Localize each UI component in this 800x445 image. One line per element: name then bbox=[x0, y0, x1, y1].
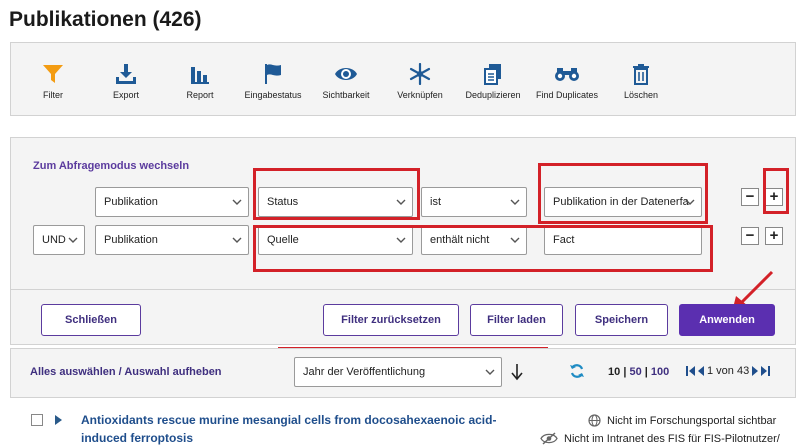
row1-add-button[interactable]: + bbox=[765, 188, 783, 206]
page-size-10[interactable]: 10 bbox=[608, 366, 620, 378]
chevron-down-icon bbox=[485, 369, 495, 375]
row2-add-button[interactable]: + bbox=[765, 227, 783, 245]
find-duplicates-tool-label: Find Duplicates bbox=[535, 90, 599, 100]
delete-tool[interactable]: Löschen bbox=[601, 43, 681, 117]
chevron-down-icon bbox=[510, 199, 520, 205]
page-size-selector: 10 | 50 | 100 bbox=[608, 366, 669, 378]
chevron-down-icon bbox=[232, 199, 242, 205]
row1-operator-select[interactable]: ist bbox=[421, 187, 527, 217]
visibility-tool[interactable]: Sichtbarkeit bbox=[306, 43, 386, 117]
first-page-icon[interactable] bbox=[686, 366, 695, 376]
row2-conjunction-select[interactable]: UND bbox=[33, 225, 85, 255]
row1-operator-value: ist bbox=[430, 196, 441, 208]
link-snowflake-icon bbox=[407, 61, 433, 87]
eye-slash-icon bbox=[540, 432, 558, 445]
last-page-icon[interactable] bbox=[761, 366, 771, 376]
next-page-icon[interactable] bbox=[752, 366, 759, 376]
chevron-down-icon bbox=[232, 237, 242, 243]
row2-entity-select[interactable]: Publikation bbox=[95, 225, 249, 255]
save-filter-button[interactable]: Speichern bbox=[575, 304, 668, 336]
row2-operator-select[interactable]: enthält nicht bbox=[421, 225, 527, 255]
apply-button[interactable]: Anwenden bbox=[679, 304, 775, 336]
report-tool[interactable]: Report bbox=[160, 43, 240, 117]
record-title-link[interactable]: Antioxidants rescue murine mesangial cel… bbox=[81, 411, 511, 445]
row2-field-select[interactable]: Quelle bbox=[258, 225, 413, 255]
row1-entity-select[interactable]: Publikation bbox=[95, 187, 249, 217]
portal-visibility-text: Nicht im Forschungsportal sichtbar bbox=[607, 414, 777, 427]
load-filter-button[interactable]: Filter laden bbox=[470, 304, 563, 336]
reset-filter-button[interactable]: Filter zurücksetzen bbox=[323, 304, 459, 336]
flag-icon bbox=[260, 61, 286, 87]
pagination: 1 von 43 bbox=[686, 365, 771, 377]
toolbar: Filter Export Report Eingabestatus Sicht… bbox=[10, 42, 796, 116]
portal-visibility-status: Nicht im Forschungsportal sichtbar bbox=[588, 414, 776, 427]
row2-entity-value: Publikation bbox=[104, 234, 158, 246]
row2-value-input[interactable]: Fact bbox=[544, 225, 702, 255]
page-size-100[interactable]: 100 bbox=[651, 366, 669, 378]
query-mode-link[interactable]: Zum Abfragemodus wechseln bbox=[33, 160, 189, 172]
chevron-down-icon bbox=[510, 237, 520, 243]
page-info: 1 von 43 bbox=[707, 365, 750, 377]
link-tool[interactable]: Verknüpfen bbox=[380, 43, 460, 117]
find-duplicates-tool[interactable]: Find Duplicates bbox=[527, 43, 607, 117]
chevron-down-icon bbox=[396, 199, 406, 205]
trash-icon bbox=[628, 61, 654, 87]
globe-icon bbox=[588, 414, 601, 427]
chevron-down-icon bbox=[396, 237, 406, 243]
entry-status-tool-label: Eingabestatus bbox=[244, 90, 302, 100]
select-all-link[interactable]: Alles auswählen / Auswahl aufheben bbox=[30, 366, 222, 378]
binoculars-icon bbox=[554, 61, 580, 87]
export-tool[interactable]: Export bbox=[86, 43, 166, 117]
export-tool-label: Export bbox=[112, 90, 139, 100]
page-size-50[interactable]: 50 bbox=[629, 366, 641, 378]
funnel-icon bbox=[40, 61, 66, 87]
panel-divider bbox=[10, 289, 796, 290]
close-button[interactable]: Schließen bbox=[41, 304, 141, 336]
visibility-tool-label: Sichtbarkeit bbox=[322, 90, 370, 100]
filter-tool[interactable]: Filter bbox=[13, 43, 93, 117]
row1-entity-value: Publikation bbox=[104, 196, 158, 208]
record-checkbox[interactable] bbox=[31, 414, 43, 426]
intranet-visibility-text: Nicht im Intranet des FIS für FIS-Pilotn… bbox=[564, 432, 780, 445]
deduplicate-tool-label: Deduplizieren bbox=[465, 90, 521, 100]
eye-icon bbox=[333, 61, 359, 87]
row1-value: Publikation in der Datenerfa bbox=[553, 196, 689, 208]
deduplicate-tool[interactable]: Deduplizieren bbox=[453, 43, 533, 117]
row1-remove-button[interactable]: − bbox=[741, 188, 759, 206]
row1-value-select[interactable]: Publikation in der Datenerfa bbox=[544, 187, 702, 217]
prev-page-icon[interactable] bbox=[697, 366, 704, 376]
sort-by-select[interactable]: Jahr der Veröffentlichung bbox=[294, 357, 502, 387]
sort-by-value: Jahr der Veröffentlichung bbox=[303, 366, 426, 378]
refresh-icon[interactable] bbox=[569, 363, 585, 379]
report-tool-label: Report bbox=[186, 90, 214, 100]
copy-icon bbox=[480, 61, 506, 87]
entry-status-tool[interactable]: Eingabestatus bbox=[233, 43, 313, 117]
expand-arrow-icon[interactable] bbox=[55, 415, 62, 425]
row2-field-value: Quelle bbox=[267, 234, 299, 246]
delete-tool-label: Löschen bbox=[623, 90, 659, 100]
sort-direction-arrow-icon[interactable] bbox=[510, 363, 524, 381]
chevron-down-icon bbox=[68, 237, 78, 243]
row2-value: Fact bbox=[553, 234, 575, 246]
row1-field-select[interactable]: Status bbox=[258, 187, 413, 217]
download-icon bbox=[113, 61, 139, 87]
page-title: Publikationen (426) bbox=[9, 8, 202, 31]
row1-field-value: Status bbox=[267, 196, 299, 208]
filter-tool-label: Filter bbox=[43, 90, 63, 100]
row2-operator-value: enthält nicht bbox=[430, 234, 490, 246]
link-tool-label: Verknüpfen bbox=[397, 90, 443, 100]
row2-remove-button[interactable]: − bbox=[741, 227, 759, 245]
chevron-down-icon bbox=[685, 199, 695, 205]
bar-chart-icon bbox=[187, 61, 213, 87]
row2-conjunction-value: UND bbox=[42, 234, 66, 246]
intranet-visibility-status: Nicht im Intranet des FIS für FIS-Pilotn… bbox=[540, 432, 780, 445]
